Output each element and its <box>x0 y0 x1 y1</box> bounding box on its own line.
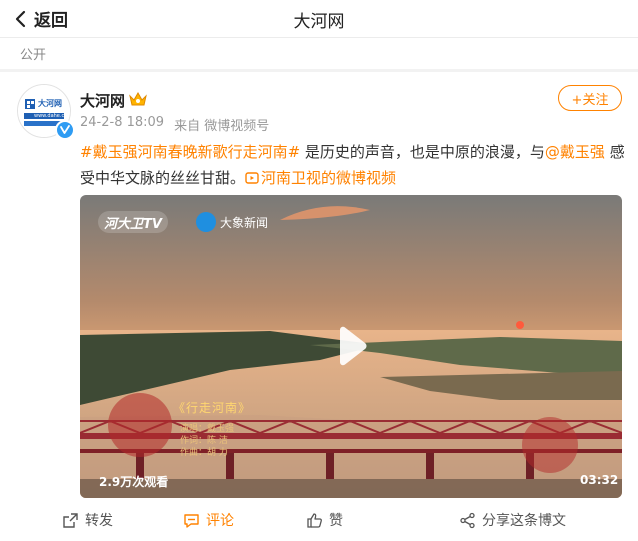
post-text-1: 是历史的声音，也是中原的浪漫，与 <box>300 143 545 161</box>
member-crown-icon[interactable] <box>128 90 148 108</box>
song-credits: 演唱：戴玉强 作词：陈 洁 作曲：胡 力 <box>180 423 234 459</box>
share-label: 分享这条博文 <box>482 513 566 529</box>
hntv-logo: 河大卫TV <box>98 211 168 233</box>
verified-icon <box>60 125 70 134</box>
post-source[interactable]: 来自 微博视频号 <box>174 115 269 134</box>
comment-icon <box>184 513 199 528</box>
comment-label: 评论 <box>206 513 234 529</box>
mention-link[interactable]: @戴玉强 <box>545 143 605 161</box>
credit-music: 作曲：胡 力 <box>180 448 228 458</box>
verified-badge <box>55 120 75 140</box>
follow-button[interactable]: +关注 <box>558 85 622 111</box>
author-name[interactable]: 大河网 <box>80 90 125 111</box>
share-icon <box>460 512 475 528</box>
action-bar: 转发 评论 赞 分享这条博文 <box>0 505 638 535</box>
daxiang-logo: 大象新闻 <box>196 209 268 235</box>
avatar-subtext: www.dahe.cn <box>34 113 68 119</box>
like-button[interactable]: 赞 <box>306 505 343 535</box>
view-count: 2.9万次观看 <box>99 475 169 489</box>
video-source-link[interactable]: 河南卫视的微博视频 <box>245 169 396 187</box>
post-content: #戴玉强河南春晚新歌行走河南# 是历史的声音，也是中原的浪漫，与@戴玉强 感受中… <box>80 139 625 191</box>
repost-button[interactable]: 转发 <box>62 505 113 535</box>
credit-lyrics: 作词：陈 洁 <box>180 436 228 446</box>
video-player[interactable]: 河大卫TV 大象新闻 《行走河南》 演唱：戴玉强 作词：陈 洁 作曲：胡 力 2… <box>80 195 622 498</box>
page-title: 大河网 <box>293 12 345 32</box>
avatar-text: 大河网 <box>38 99 62 108</box>
video-source-label: 河南卫视的微博视频 <box>261 169 397 187</box>
comment-button[interactable]: 评论 <box>183 505 234 535</box>
video-duration: 03:32 <box>580 473 619 487</box>
section-divider <box>0 69 638 72</box>
hntv-logo-text: 河大卫TV <box>104 216 162 232</box>
repost-label: 转发 <box>85 513 113 529</box>
top-bar: 返回 大河网 <box>0 0 638 36</box>
post-time: 24-2-8 18:09 <box>80 115 165 130</box>
credit-singer: 演唱：戴玉强 <box>180 424 235 434</box>
like-label: 赞 <box>329 513 343 529</box>
repost-icon <box>63 512 78 528</box>
daxiang-logo-text: 大象新闻 <box>220 215 269 230</box>
song-title: 《行走河南》 <box>173 401 252 415</box>
header-divider <box>0 37 638 38</box>
daxiang-logo-icon <box>196 212 216 232</box>
topic-link[interactable]: #戴玉强河南春晚新歌行走河南# <box>80 143 300 161</box>
thumbs-up-icon <box>307 512 322 528</box>
post-meta: 24-2-8 18:09 来自 微博视频号 <box>80 115 269 134</box>
share-button[interactable]: 分享这条博文 <box>459 505 566 535</box>
visibility-label: 公开 <box>20 48 47 63</box>
play-icon[interactable] <box>328 324 372 368</box>
video-link-icon <box>245 172 259 184</box>
